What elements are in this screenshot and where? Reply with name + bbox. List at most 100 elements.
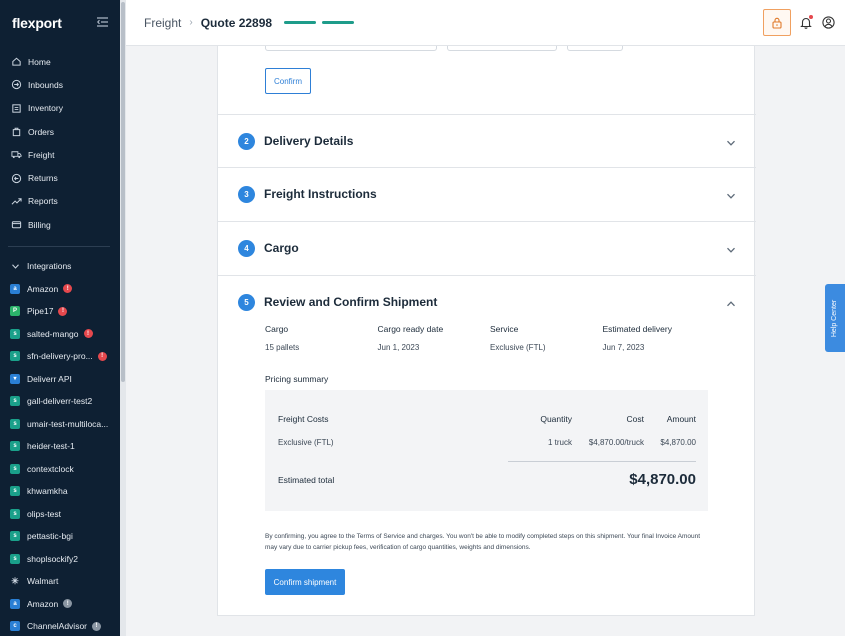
- cell-item: Exclusive (FTL): [278, 438, 334, 447]
- shopify-icon: s: [10, 418, 20, 429]
- chevron-down-icon[interactable]: [726, 188, 736, 206]
- notifications-button[interactable]: [799, 14, 813, 30]
- reports-icon: [10, 195, 22, 207]
- billing-icon: [10, 219, 22, 231]
- alert-icon: !: [83, 329, 93, 339]
- confirm-shipment-button[interactable]: Confirm shipment: [265, 569, 345, 595]
- info-icon: !: [92, 621, 102, 631]
- sidebar-item-freight[interactable]: Freight: [0, 143, 120, 166]
- header-actions: [763, 9, 835, 36]
- inventory-icon: [10, 102, 22, 114]
- collapse-sidebar-icon[interactable]: [96, 16, 108, 30]
- breadcrumb-freight[interactable]: Freight: [144, 16, 181, 30]
- step-review-confirm[interactable]: 5 Review and Confirm Shipment: [218, 275, 756, 328]
- integration-item[interactable]: s gall-deliverr-test2: [0, 390, 120, 413]
- integration-item[interactable]: s pettastic-bgi: [0, 525, 120, 548]
- user-icon: [821, 16, 835, 29]
- sidebar-scrollbar[interactable]: [120, 0, 126, 636]
- step-number: 3: [238, 185, 255, 203]
- sidebar-item-label: Billing: [28, 219, 51, 230]
- chevron-down-icon[interactable]: [726, 242, 736, 260]
- field-stub[interactable]: [447, 46, 557, 51]
- integration-item[interactable]: a Amazon!: [0, 277, 120, 300]
- lock-button[interactable]: [763, 9, 791, 36]
- account-button[interactable]: [821, 16, 835, 30]
- info-icon: !: [63, 599, 73, 609]
- shopify-icon: s: [10, 531, 20, 542]
- summary-header: Service: [490, 324, 519, 334]
- chevron-down-icon[interactable]: [726, 135, 736, 153]
- field-stub[interactable]: [567, 46, 623, 51]
- sidebar-item-label: Returns: [28, 173, 58, 184]
- chevron-up-icon[interactable]: [726, 296, 736, 314]
- help-center-tab[interactable]: Help Center: [825, 284, 845, 352]
- returns-icon: [10, 172, 22, 184]
- sidebar-item-label: Inbounds: [28, 79, 63, 90]
- breadcrumb-separator-icon: ›: [189, 17, 193, 28]
- integration-item[interactable]: s sfn-delivery-pro...!: [0, 345, 120, 368]
- integration-item[interactable]: s salted-mango!: [0, 322, 120, 345]
- shopify-icon: s: [10, 351, 20, 362]
- sidebar-item-label: Home: [28, 56, 51, 67]
- integration-label: Amazon: [27, 598, 59, 609]
- estimated-total-label: Estimated total: [278, 474, 335, 485]
- estimated-total-amount: $4,870.00: [629, 471, 696, 488]
- pricing-table: Freight Costs Quantity Cost Amount Exclu…: [265, 390, 708, 511]
- summary-header: Estimated delivery: [602, 324, 672, 334]
- sidebar-nav: Home Inbounds Inventory Orders Freight R…: [0, 46, 120, 236]
- integrations-toggle[interactable]: Integrations: [0, 255, 120, 277]
- integration-label: Walmart: [27, 576, 59, 587]
- step-freight-instructions[interactable]: 3 Freight Instructions: [218, 167, 756, 220]
- integration-item[interactable]: s heider-test-1: [0, 435, 120, 458]
- sidebar-item-home[interactable]: Home: [0, 50, 120, 73]
- amazon-icon: a: [10, 283, 20, 294]
- integration-label: Deliverr API: [27, 373, 72, 384]
- integration-item[interactable]: ▾ Deliverr API: [0, 367, 120, 390]
- integration-item[interactable]: s shoplsockify2: [0, 547, 120, 570]
- help-center-label: Help Center: [831, 299, 839, 337]
- truck-icon: [10, 149, 22, 161]
- integration-item[interactable]: a Amazon!: [0, 592, 120, 615]
- integration-label: pettastic-bgi: [27, 531, 73, 542]
- step-title: Freight Instructions: [264, 187, 377, 201]
- integration-item[interactable]: s khwamkha: [0, 480, 120, 503]
- integration-item[interactable]: ✳ Walmart: [0, 570, 120, 593]
- sidebar-item-reports[interactable]: Reports: [0, 190, 120, 213]
- scrollbar-thumb[interactable]: [121, 2, 125, 382]
- sidebar-item-inventory[interactable]: Inventory: [0, 97, 120, 120]
- step-delivery-details[interactable]: 2 Delivery Details: [218, 114, 756, 167]
- inbound-icon: [10, 79, 22, 91]
- cell-cost: $4,870.00/truck: [588, 438, 644, 447]
- field-stub[interactable]: [265, 46, 437, 51]
- summary-header: Cargo: [265, 324, 289, 334]
- home-icon: [10, 56, 22, 68]
- sidebar-item-orders[interactable]: Orders: [0, 120, 120, 143]
- sidebar-item-returns[interactable]: Returns: [0, 166, 120, 189]
- sidebar-item-billing[interactable]: Billing: [0, 213, 120, 236]
- integration-label: heider-test-1: [27, 441, 75, 452]
- integration-item[interactable]: s umair-test-multiloca...: [0, 412, 120, 435]
- integration-label: salted-mango: [27, 328, 79, 339]
- summary-value: Exclusive (FTL): [490, 343, 546, 352]
- integration-item[interactable]: s contextclock: [0, 457, 120, 480]
- step-title: Review and Confirm Shipment: [264, 295, 438, 309]
- confirm-button[interactable]: Confirm: [265, 68, 311, 94]
- sidebar-item-label: Orders: [28, 126, 54, 137]
- integration-item[interactable]: s olips-test: [0, 502, 120, 525]
- sidebar-item-inbounds[interactable]: Inbounds: [0, 73, 120, 96]
- step-number: 5: [238, 293, 255, 311]
- step-cargo[interactable]: 4 Cargo: [218, 221, 756, 274]
- estimated-total-row: Estimated total $4,870.00: [278, 471, 696, 488]
- sidebar-brand: flexport: [0, 0, 120, 46]
- step-title: Cargo: [264, 241, 299, 255]
- summary-value: Jun 7, 2023: [602, 343, 645, 352]
- integration-item[interactable]: P Pipe17!: [0, 300, 120, 323]
- table-row: Exclusive (FTL) 1 truck $4,870.00/truck …: [278, 438, 696, 447]
- summary-values: 15 pallets Jun 1, 2023 Exclusive (FTL) J…: [265, 343, 715, 352]
- shipment-summary: Cargo Cargo ready date Service Estimated…: [265, 324, 715, 352]
- integration-item[interactable]: c ChannelAdvisor!: [0, 615, 120, 636]
- integration-label: gall-deliverr-test2: [27, 396, 93, 407]
- pricing-summary-label: Pricing summary: [265, 374, 329, 384]
- flexport-logo[interactable]: flexport: [12, 15, 62, 31]
- cell-quantity: 1 truck: [547, 438, 572, 447]
